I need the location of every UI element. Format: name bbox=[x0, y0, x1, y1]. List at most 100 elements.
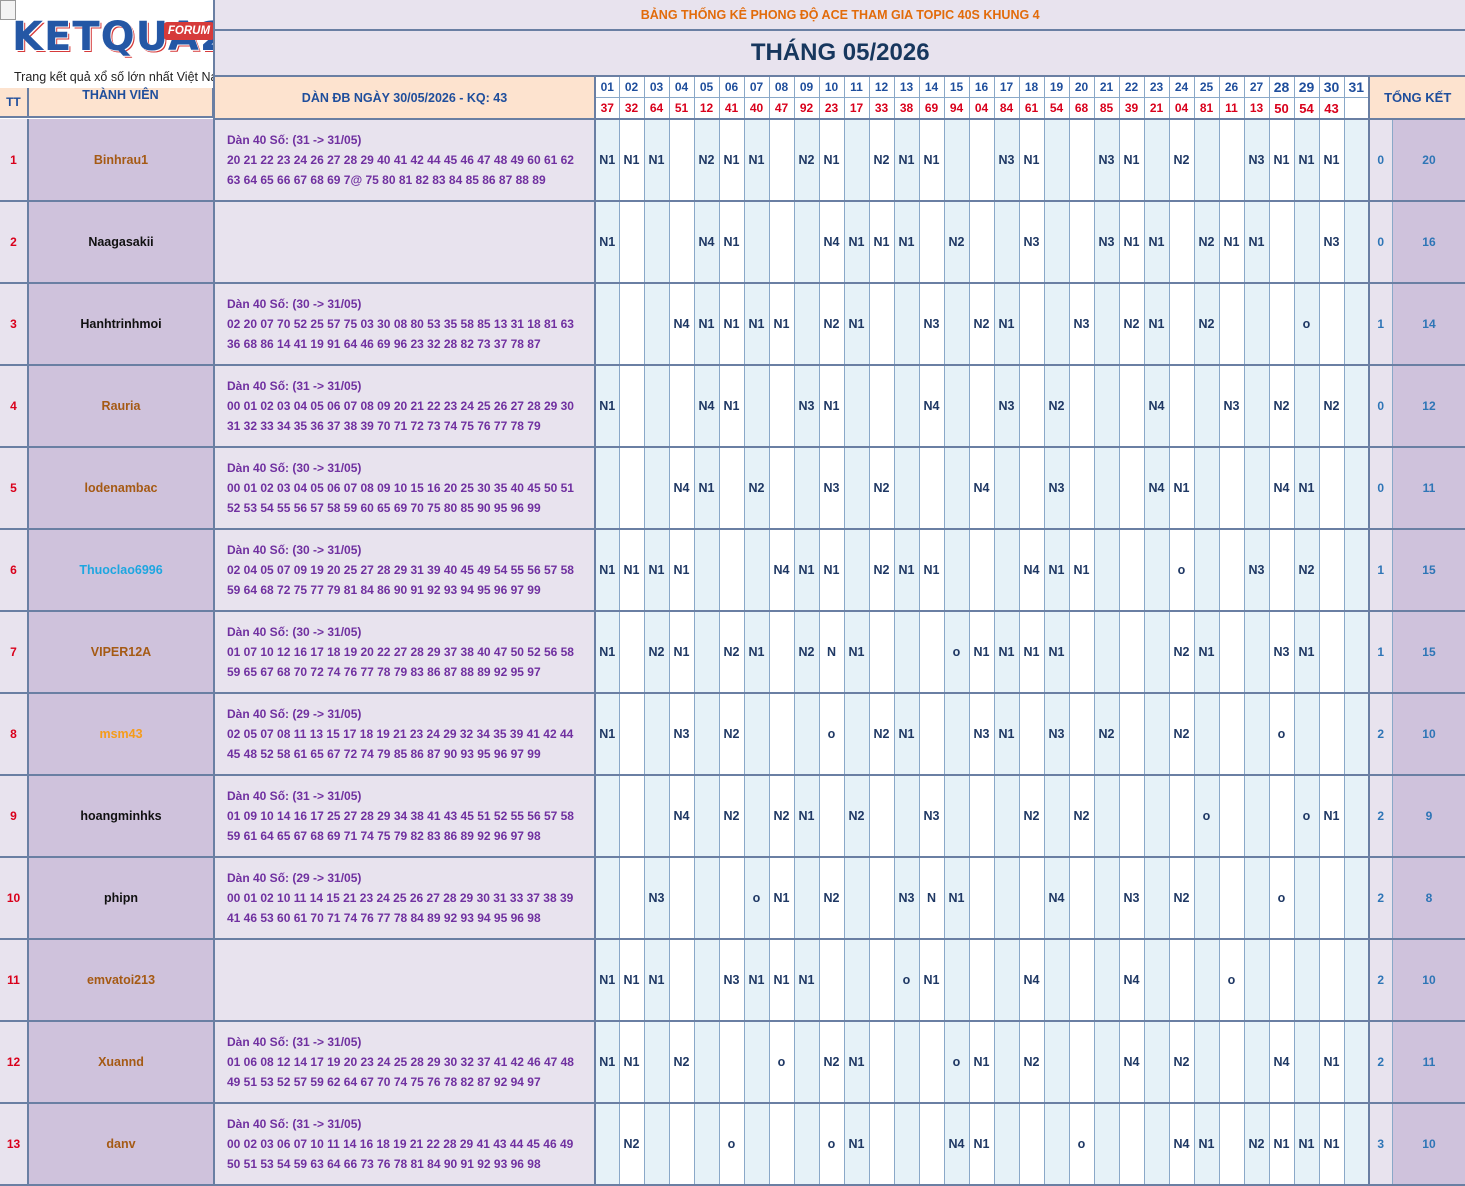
day-cell bbox=[1318, 611, 1344, 694]
dan-line: 01 06 08 12 14 17 19 20 23 24 25 28 29 3… bbox=[227, 1055, 574, 1069]
day-result: 68 bbox=[1068, 97, 1095, 120]
day-cell bbox=[1168, 939, 1194, 1022]
day-cell bbox=[1068, 447, 1094, 530]
summary-count: 1 bbox=[1368, 529, 1392, 612]
day-cell bbox=[918, 611, 944, 694]
day-cell: N1 bbox=[943, 857, 969, 940]
day-cell bbox=[843, 119, 869, 202]
day-cell bbox=[743, 1103, 769, 1186]
day-cell: N1 bbox=[893, 529, 919, 612]
day-cell bbox=[868, 775, 894, 858]
day-cell bbox=[1143, 857, 1169, 940]
day-result: 32 bbox=[618, 97, 645, 120]
day-cell bbox=[1243, 365, 1269, 448]
day-cell: N3 bbox=[1043, 447, 1069, 530]
day-cell bbox=[868, 611, 894, 694]
member-row: 5 lodenambac Dàn 40 Số: (30 -> 31/05) 00 01… bbox=[0, 447, 1465, 530]
day-result: 23 bbox=[818, 97, 845, 120]
day-cell bbox=[918, 1021, 944, 1104]
day-cell: o bbox=[1268, 693, 1294, 776]
summary-total: 11 bbox=[1391, 447, 1465, 530]
row-number: 7 bbox=[0, 611, 29, 694]
day-cell bbox=[1343, 283, 1369, 366]
day-cell bbox=[643, 775, 669, 858]
member-row: 12 Xuannd Dàn 40 Số: (31 -> 31/05) 01 06 08… bbox=[0, 1021, 1465, 1104]
member-dan bbox=[214, 939, 596, 1022]
day-cell: N1 bbox=[843, 611, 869, 694]
day-header: 16 bbox=[968, 75, 995, 98]
day-cell bbox=[1218, 119, 1244, 202]
dan-line: 50 51 53 54 59 63 64 66 73 76 78 81 84 9… bbox=[227, 1157, 541, 1171]
member-row: 13 danv Dàn 40 Số: (31 -> 31/05) 00 02 03 0… bbox=[0, 1103, 1465, 1186]
day-cell bbox=[1218, 857, 1244, 940]
day-cell: N2 bbox=[1193, 283, 1219, 366]
day-cell: N1 bbox=[1243, 201, 1269, 284]
day-header: 06 bbox=[718, 75, 745, 98]
day-cell bbox=[1343, 857, 1369, 940]
day-cell: N3 bbox=[668, 693, 694, 776]
day-cell: N1 bbox=[618, 529, 644, 612]
day-cell bbox=[743, 201, 769, 284]
day-cell: N1 bbox=[743, 119, 769, 202]
day-cell bbox=[618, 201, 644, 284]
summary-total: 9 bbox=[1391, 775, 1465, 858]
day-result: 47 bbox=[768, 97, 795, 120]
day-cell: N2 bbox=[943, 201, 969, 284]
day-header: 28 bbox=[1268, 75, 1295, 98]
member-row: 1 Binhrau1 Dàn 40 Số: (31 -> 31/05) 20 21 2… bbox=[0, 119, 1465, 202]
dan-line: Dàn 40 Số: (31 -> 31/05) bbox=[227, 133, 362, 147]
day-cell bbox=[693, 1021, 719, 1104]
day-cell: N3 bbox=[1118, 857, 1144, 940]
day-cell: N2 bbox=[768, 775, 794, 858]
day-cell: N1 bbox=[1118, 119, 1144, 202]
day-header: 01 bbox=[594, 75, 620, 98]
summary-count: 2 bbox=[1368, 1021, 1392, 1104]
summary-total: 15 bbox=[1391, 611, 1465, 694]
day-cell bbox=[1043, 283, 1069, 366]
day-cell: N2 bbox=[618, 1103, 644, 1186]
day-cell bbox=[1268, 529, 1294, 612]
day-cell: N2 bbox=[1168, 857, 1194, 940]
day-cell bbox=[818, 939, 844, 1022]
summary-count: 0 bbox=[1368, 201, 1392, 284]
day-cell: N4 bbox=[1018, 529, 1044, 612]
day-cell bbox=[1118, 1103, 1144, 1186]
day-result: 33 bbox=[868, 97, 895, 120]
day-cell: N4 bbox=[668, 447, 694, 530]
day-cell bbox=[693, 1103, 719, 1186]
summary-total: 10 bbox=[1391, 693, 1465, 776]
day-cell: N2 bbox=[668, 1021, 694, 1104]
day-cell bbox=[743, 1021, 769, 1104]
member-name: Xuannd bbox=[28, 1021, 215, 1104]
day-cell bbox=[1243, 857, 1269, 940]
day-cell bbox=[643, 1021, 669, 1104]
day-cell bbox=[1043, 939, 1069, 1022]
day-cell: N2 bbox=[1168, 611, 1194, 694]
day-cell bbox=[918, 447, 944, 530]
day-result: 39 bbox=[1118, 97, 1145, 120]
summary-header: TỔNG KẾT bbox=[1367, 76, 1465, 120]
day-header: 13 bbox=[893, 75, 920, 98]
day-cell bbox=[868, 939, 894, 1022]
day-result: 43 bbox=[1318, 97, 1345, 120]
day-cell: N2 bbox=[1243, 1103, 1269, 1186]
dan-line: 63 64 65 66 67 68 69 7@ 75 80 81 82 83 8… bbox=[227, 173, 546, 187]
dan-line: 20 21 22 23 24 26 27 28 29 40 41 42 44 4… bbox=[227, 153, 574, 167]
day-result bbox=[1343, 97, 1370, 120]
day-cell: N1 bbox=[594, 365, 619, 448]
day-cell bbox=[968, 857, 994, 940]
day-cell bbox=[1043, 119, 1069, 202]
day-cell: N4 bbox=[1268, 1021, 1294, 1104]
day-cell: N4 bbox=[1143, 447, 1169, 530]
member-name: lodenambac bbox=[28, 447, 215, 530]
member-dan bbox=[214, 201, 596, 284]
member-name: msm43 bbox=[28, 693, 215, 776]
day-cell: N1 bbox=[594, 693, 619, 776]
tt-header: TT bbox=[0, 88, 29, 118]
day-cell: N2 bbox=[868, 119, 894, 202]
day-cell bbox=[993, 939, 1019, 1022]
day-cell: N2 bbox=[868, 447, 894, 530]
day-cell bbox=[1093, 529, 1119, 612]
day-cell bbox=[1018, 1103, 1044, 1186]
day-header: 22 bbox=[1118, 75, 1145, 98]
